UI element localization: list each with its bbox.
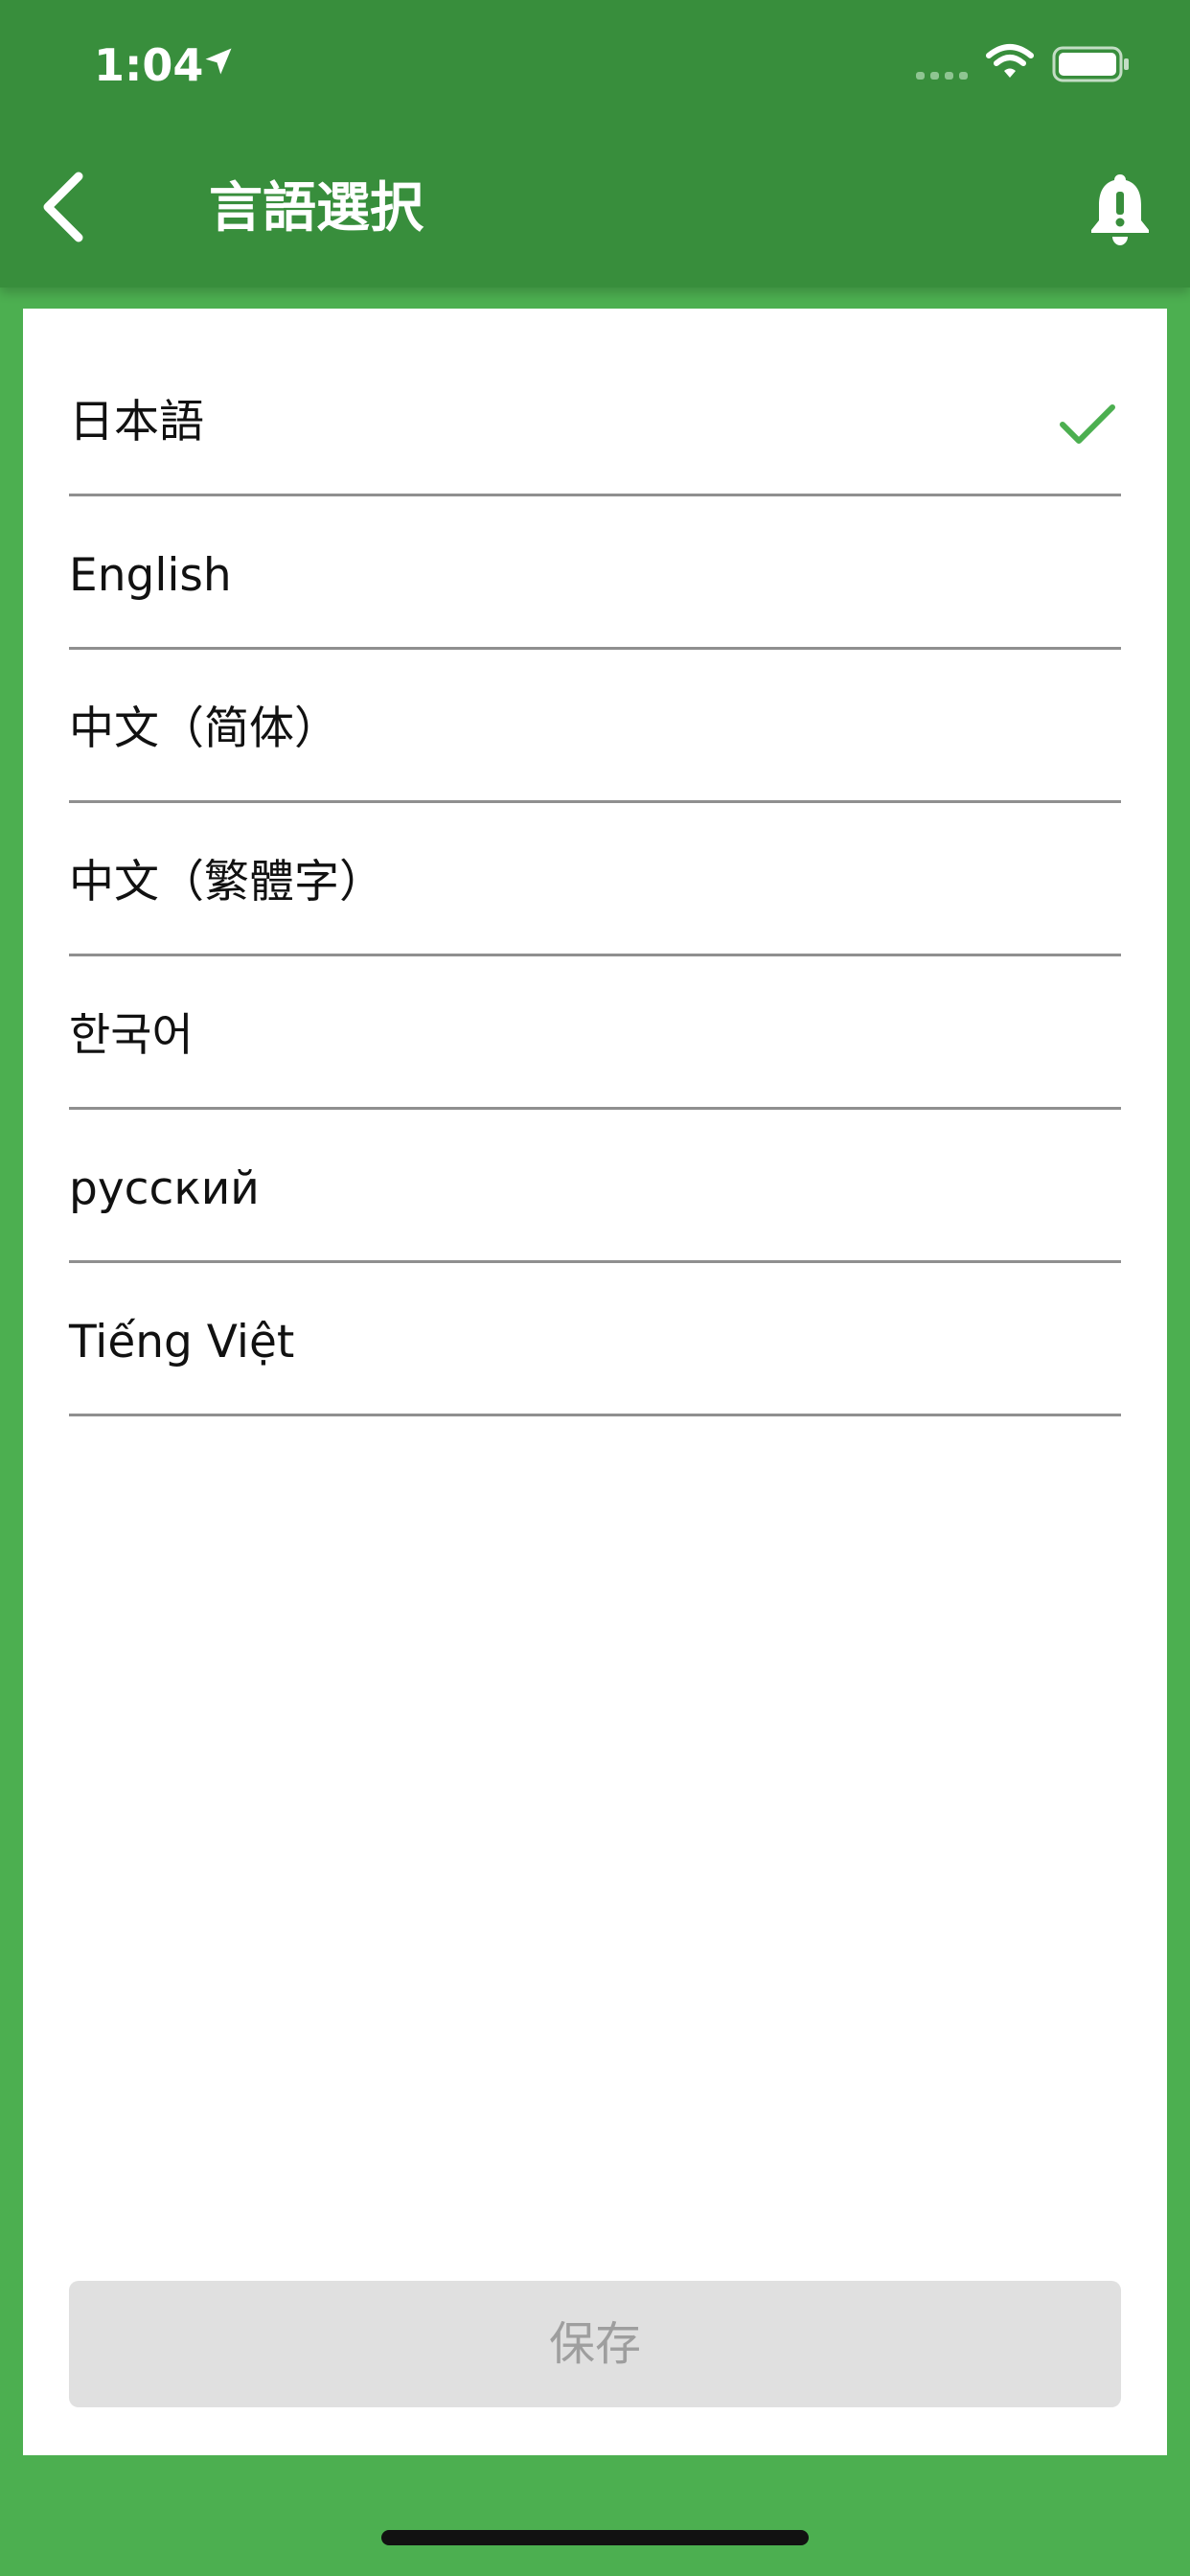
language-card: 日本語 English 中文（简体） 中文（繁體字） 한국어 русский T…	[23, 309, 1167, 2455]
bell-alert-icon	[1091, 174, 1149, 245]
app-header: 1:04 言語選択	[0, 0, 1190, 288]
language-item-russian[interactable]: русский	[69, 1110, 1121, 1263]
wifi-icon	[986, 44, 1034, 78]
signal-icon	[916, 72, 968, 80]
language-item-korean[interactable]: 한국어	[69, 956, 1121, 1110]
language-label: русский	[69, 1162, 260, 1215]
back-button[interactable]	[21, 161, 105, 253]
language-item-chinese-traditional[interactable]: 中文（繁體字）	[69, 803, 1121, 956]
language-item-japanese[interactable]: 日本語	[69, 343, 1121, 496]
language-label: Tiếng Việt	[69, 1316, 295, 1368]
chevron-left-icon	[43, 172, 83, 242]
location-arrow-icon	[205, 48, 232, 75]
language-label: 中文（简体）	[69, 702, 339, 755]
language-item-vietnamese[interactable]: Tiếng Việt	[69, 1263, 1121, 1416]
language-label: English	[69, 549, 232, 602]
language-item-chinese-simplified[interactable]: 中文（简体）	[69, 650, 1121, 803]
language-label: 中文（繁體字）	[69, 856, 384, 908]
check-icon	[1060, 404, 1115, 444]
language-item-english[interactable]: English	[69, 496, 1121, 650]
battery-icon	[1052, 46, 1129, 82]
language-label: 日本語	[69, 396, 204, 448]
home-indicator[interactable]	[381, 2530, 809, 2545]
language-list: 日本語 English 中文（简体） 中文（繁體字） 한국어 русский T…	[69, 343, 1121, 1416]
notification-button[interactable]	[1079, 163, 1161, 255]
language-label: 한국어	[69, 1009, 194, 1062]
status-time: 1:04	[94, 39, 204, 91]
page-title: 言語選択	[209, 177, 423, 240]
save-button[interactable]: 保存	[69, 2281, 1121, 2407]
